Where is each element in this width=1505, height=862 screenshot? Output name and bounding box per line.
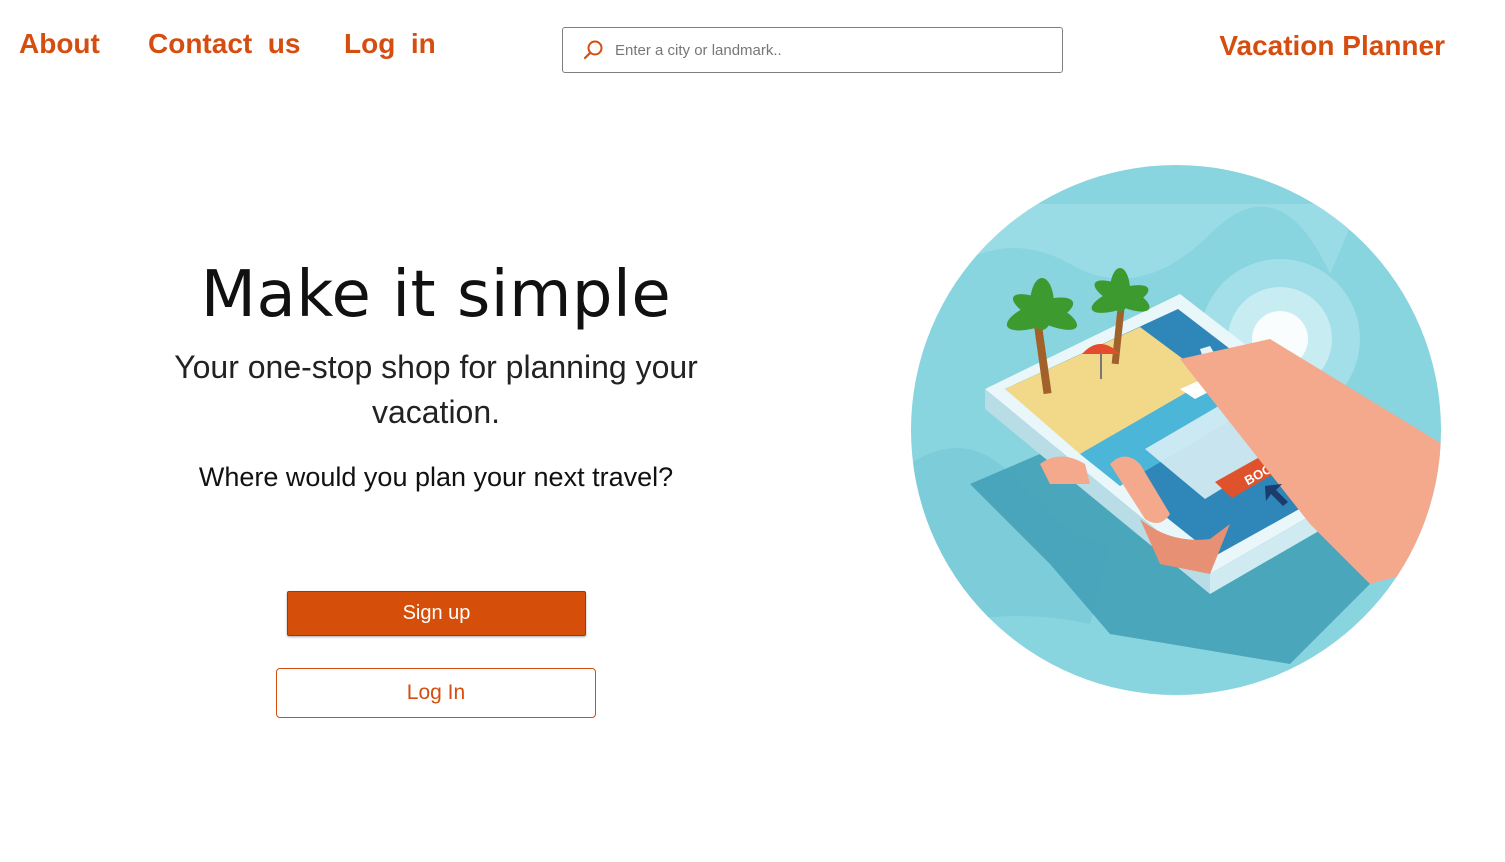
search-bar[interactable] [562,27,1063,73]
search-input[interactable] [615,28,1062,72]
travel-illustration: BOOK NOW [911,165,1441,695]
login-button[interactable]: Log In [276,668,596,718]
nav-about-link[interactable]: About [19,28,100,60]
signup-button[interactable]: Sign up [287,591,586,636]
hero-subtitle: Your one-stop shop for planning your vac… [174,349,698,430]
nav-login-link[interactable]: Log in [344,28,436,60]
search-icon [583,40,603,60]
hero-question: Where would you plan your next travel? [198,462,674,492]
nav-contact-link[interactable]: Contact us [148,28,300,60]
brand-title: Vacation Planner [1219,30,1445,61]
hero-title: Make it simple [200,258,672,332]
